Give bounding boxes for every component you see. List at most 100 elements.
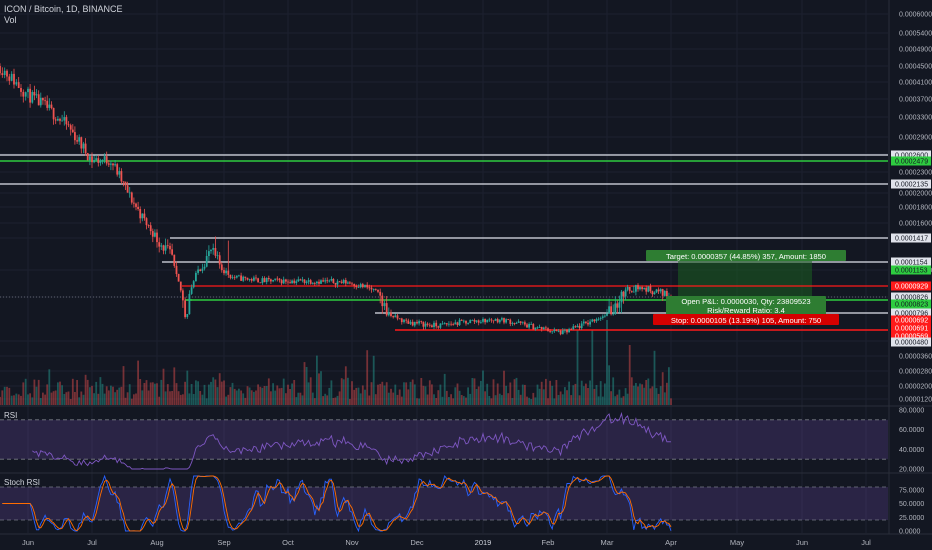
candle-body [135, 203, 137, 207]
volume-bar [57, 382, 59, 405]
volume-bar [203, 384, 206, 405]
price-tick-label: 0.0003700 [899, 97, 932, 104]
volume-bar [377, 384, 379, 405]
volume-bar [0, 396, 1, 405]
candle-body [524, 322, 526, 325]
candle-body [332, 279, 335, 283]
candle-body [458, 319, 461, 326]
chart-canvas[interactable]: Target: 0.0000357 (44.85%) 357, Amount: … [0, 0, 932, 550]
candle-body [311, 283, 314, 284]
candle-body [188, 293, 191, 315]
volume-bar [536, 384, 539, 405]
volume-bar [661, 372, 664, 405]
candle-body [137, 206, 139, 209]
volume-bar [368, 395, 371, 405]
price-tag-group: 0.0001153 [891, 265, 931, 275]
candle-body [657, 289, 660, 292]
volume-bar [80, 391, 83, 405]
volume-bar [265, 386, 268, 405]
candle-body [370, 287, 373, 290]
volume-bar [383, 385, 386, 405]
candle-body [218, 255, 221, 265]
volume-bar [593, 388, 596, 405]
candle-body [547, 328, 549, 332]
volume-bar [195, 380, 197, 405]
volume-bar [293, 380, 296, 405]
volume-bar [334, 397, 337, 405]
volume-bar [637, 386, 639, 405]
candle-body [42, 97, 44, 101]
candle-body [403, 319, 405, 323]
candle-body [456, 322, 459, 325]
volume-bar [460, 395, 463, 405]
volume-bar [147, 390, 150, 405]
volume-bar [517, 389, 520, 405]
candle-body [469, 320, 472, 323]
volume-bar [173, 367, 176, 405]
candle-body [101, 159, 104, 161]
candle-body [507, 319, 510, 320]
candle-body [450, 323, 452, 325]
volume-bar [71, 378, 74, 405]
candle-body [641, 287, 643, 290]
candle-body [143, 213, 146, 219]
candle-body [645, 287, 648, 292]
candle-body [630, 290, 633, 292]
volume-bar [618, 389, 621, 405]
candle-body [105, 156, 108, 164]
candle-body [82, 143, 85, 149]
candle-body [190, 287, 193, 294]
volume-bar [336, 395, 339, 405]
volume-bar [210, 381, 212, 405]
price-tag-group: 0.0000692 [891, 315, 931, 325]
volume-bar [509, 382, 512, 405]
volume-bar [639, 383, 641, 405]
volume-bar [122, 366, 125, 405]
candle-body [618, 302, 621, 308]
volume-bar [307, 382, 310, 405]
volume-bar [270, 391, 272, 405]
volume-bar [154, 383, 156, 405]
candle-body [71, 129, 74, 133]
candle-body [235, 275, 238, 278]
candle-body [622, 291, 625, 297]
candle-body [651, 291, 654, 295]
volume-bar [349, 398, 351, 405]
volume-bar [242, 393, 245, 405]
volume-bar [452, 398, 455, 405]
volume-bar [469, 393, 472, 405]
candle-body [377, 289, 379, 292]
volume-bar [503, 370, 505, 405]
volume-bar [501, 395, 503, 405]
volume-bar [630, 377, 633, 405]
volume-bar [330, 380, 333, 405]
candle-body [511, 323, 514, 324]
candle-body [366, 284, 369, 288]
candle-body [293, 280, 296, 283]
price-tag-group: 0.0001154 [891, 257, 931, 267]
volume-bar [15, 393, 18, 405]
candle-body [424, 323, 427, 327]
time-tick-label: Apr [665, 538, 677, 547]
candle-body [528, 324, 530, 328]
candle-body [124, 181, 127, 186]
rsi-tick-label: 80.0000 [899, 408, 924, 415]
volume-bar [86, 379, 89, 405]
stoch-tick-label: 75.0000 [899, 487, 924, 494]
volume-bar [8, 387, 11, 405]
volume-bar [467, 387, 469, 405]
candle-body [519, 321, 522, 323]
volume-bar [201, 394, 204, 405]
candle-body [240, 275, 242, 281]
candle-body [201, 268, 204, 271]
candle-body [387, 312, 390, 316]
candle-body [86, 153, 89, 161]
candle-body [289, 282, 291, 284]
volume-bar [218, 373, 221, 405]
candle-body [566, 329, 568, 333]
volume-bar [540, 381, 543, 405]
candle-body [526, 324, 528, 328]
candle-body [285, 279, 287, 282]
candle-body [214, 248, 217, 256]
candle-body [44, 100, 46, 102]
